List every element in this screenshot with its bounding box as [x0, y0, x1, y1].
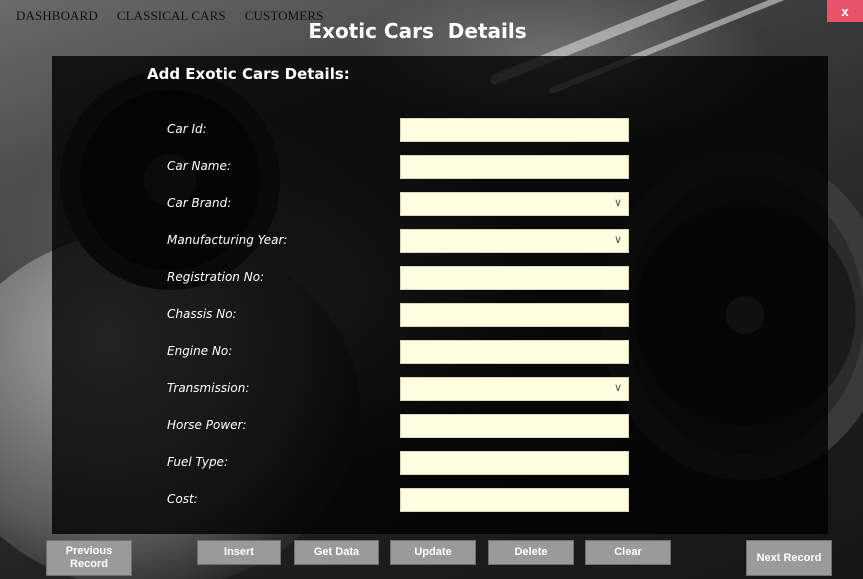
- registration-no-input[interactable]: [400, 266, 629, 290]
- form-row-transmission: Transmission: ∨: [52, 377, 828, 402]
- section-title: Add Exotic Cars Details:: [147, 65, 350, 83]
- manufacturing-year-select[interactable]: ∨: [400, 229, 629, 253]
- form-row-fuel-type: Fuel Type:: [52, 451, 828, 476]
- car-id-input[interactable]: [400, 118, 629, 142]
- manufacturing-year-select-box[interactable]: [400, 229, 629, 253]
- get-data-button[interactable]: Get Data: [294, 540, 379, 565]
- car-name-label: Car Name:: [167, 159, 231, 173]
- transmission-select[interactable]: ∨: [400, 377, 629, 401]
- previous-record-button[interactable]: Previous Record: [46, 540, 132, 576]
- insert-button[interactable]: Insert: [197, 540, 281, 565]
- update-button[interactable]: Update: [390, 540, 476, 565]
- horse-power-label: Horse Power:: [167, 418, 247, 432]
- chassis-no-input[interactable]: [400, 303, 629, 327]
- form-row-manufacturing-year: Manufacturing Year: ∨: [52, 229, 828, 254]
- car-brand-select[interactable]: ∨: [400, 192, 629, 216]
- form-row-cost: Cost:: [52, 488, 828, 513]
- chevron-down-icon[interactable]: ∨: [611, 196, 625, 210]
- fuel-type-label: Fuel Type:: [167, 455, 228, 469]
- form-row-car-id: Car Id:: [52, 118, 828, 143]
- fuel-type-input[interactable]: [400, 451, 629, 475]
- transmission-select-box[interactable]: [400, 377, 629, 401]
- page-title: Exotic Cars Details: [308, 19, 527, 43]
- delete-button[interactable]: Delete: [488, 540, 574, 565]
- chassis-no-label: Chassis No:: [167, 307, 237, 321]
- form-panel: Add Exotic Cars Details: Car Id: Car Nam…: [52, 56, 828, 534]
- manufacturing-year-label: Manufacturing Year:: [167, 233, 288, 247]
- form-row-engine-no: Engine No:: [52, 340, 828, 365]
- next-record-button[interactable]: Next Record: [746, 540, 832, 576]
- form-row-car-name: Car Name:: [52, 155, 828, 180]
- cost-label: Cost:: [167, 492, 198, 506]
- car-id-label: Car Id:: [167, 122, 207, 136]
- horse-power-input[interactable]: [400, 414, 629, 438]
- form-row-car-brand: Car Brand: ∨: [52, 192, 828, 217]
- car-brand-select-box[interactable]: [400, 192, 629, 216]
- form-row-chassis-no: Chassis No:: [52, 303, 828, 328]
- engine-no-label: Engine No:: [167, 344, 233, 358]
- form-row-horse-power: Horse Power:: [52, 414, 828, 439]
- car-name-input[interactable]: [400, 155, 629, 179]
- transmission-label: Transmission:: [167, 381, 250, 395]
- chevron-down-icon[interactable]: ∨: [611, 233, 625, 247]
- car-brand-label: Car Brand:: [167, 196, 232, 210]
- engine-no-input[interactable]: [400, 340, 629, 364]
- registration-no-label: Registration No:: [167, 270, 265, 284]
- clear-button[interactable]: Clear: [585, 540, 671, 565]
- chevron-down-icon[interactable]: ∨: [611, 381, 625, 395]
- form-row-registration-no: Registration No:: [52, 266, 828, 291]
- cost-input[interactable]: [400, 488, 629, 512]
- close-icon: x: [841, 3, 849, 19]
